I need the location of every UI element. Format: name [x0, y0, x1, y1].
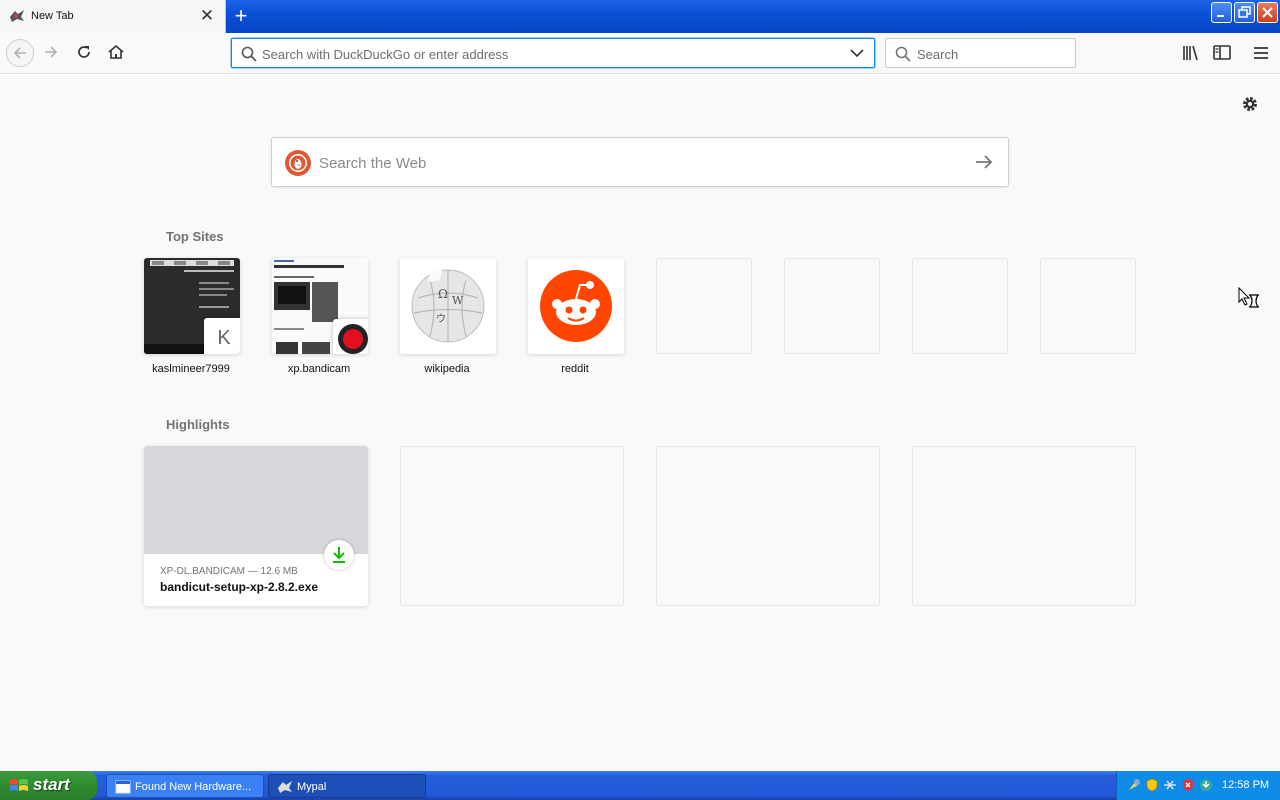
mypal-icon [278, 781, 292, 793]
highlight-card[interactable]: XP-DL.BANDICAM — 12.6 MB bandicut-setup-… [144, 446, 368, 606]
home-button[interactable] [103, 39, 131, 67]
top-site-empty [912, 258, 1008, 354]
home-icon [108, 44, 124, 59]
top-sites-heading: Top Sites [166, 229, 224, 244]
sidebar-icon[interactable] [1212, 43, 1232, 63]
close-window-button[interactable] [1257, 2, 1278, 23]
network-icon[interactable] [1163, 778, 1177, 792]
system-tray: 12:58 PM [1116, 771, 1280, 800]
taskbar-item-label: Mypal [297, 781, 327, 793]
taskbar-item-mypal[interactable]: Mypal [268, 774, 426, 798]
tab-strip: New Tab ✕ + [0, 0, 1280, 33]
site-badge: K [204, 318, 240, 354]
highlight-empty [656, 446, 880, 606]
alert-shield-icon[interactable] [1181, 778, 1195, 792]
windows-flag-icon [10, 779, 28, 791]
highlight-empty [912, 446, 1136, 606]
tab-title: New Tab [31, 10, 74, 22]
busy-cursor-icon [1238, 287, 1259, 308]
back-button[interactable] [6, 39, 34, 67]
start-label: start [33, 775, 70, 794]
window-icon [115, 780, 131, 794]
search-bar[interactable] [885, 38, 1076, 68]
arrow-right-icon[interactable] [974, 152, 994, 172]
svg-text:W: W [452, 294, 464, 307]
reload-button[interactable] [71, 39, 99, 67]
top-site-empty [656, 258, 752, 354]
search-icon [895, 46, 911, 62]
reload-icon [78, 46, 90, 58]
forward-arrow-icon [45, 46, 58, 58]
address-input[interactable] [262, 45, 842, 63]
top-site-xp-bandicam[interactable] [272, 258, 368, 354]
restore-button[interactable] [1234, 2, 1255, 23]
highlight-empty [400, 446, 624, 606]
hardware-icon[interactable] [1127, 778, 1141, 792]
mypal-icon [10, 10, 24, 22]
taskbar: start Found New Hardware... Mypal 12:58 … [0, 771, 1280, 800]
library-icon[interactable] [1181, 43, 1201, 63]
update-icon[interactable] [1199, 778, 1213, 792]
navigation-toolbar [0, 33, 1280, 74]
address-bar[interactable] [231, 38, 875, 68]
top-site-empty [1040, 258, 1136, 354]
bandicam-logo [333, 319, 368, 354]
highlights-heading: Highlights [166, 417, 230, 432]
top-site-reddit[interactable] [528, 258, 624, 354]
new-tab-button[interactable]: + [231, 5, 251, 27]
chevron-down-icon[interactable] [850, 47, 864, 59]
back-arrow-icon [13, 47, 26, 59]
highlight-thumbnail [144, 446, 368, 554]
download-badge [324, 540, 354, 570]
svg-text:Ω: Ω [438, 287, 448, 301]
web-search-input[interactable] [319, 152, 959, 174]
top-site-label: reddit [561, 363, 589, 375]
download-icon [333, 547, 345, 563]
search-input[interactable] [917, 45, 1067, 63]
wikipedia-icon: Ω W ウ [411, 269, 485, 343]
tab-close-icon[interactable]: ✕ [199, 7, 215, 25]
duckduckgo-icon [285, 150, 311, 176]
svg-text:ウ: ウ [436, 313, 446, 325]
web-search-box[interactable] [271, 137, 1009, 187]
security-shield-icon[interactable] [1145, 778, 1159, 792]
search-icon [241, 46, 257, 62]
minimize-button[interactable] [1211, 2, 1232, 23]
top-site-label: xp.bandicam [287, 363, 351, 375]
top-site-label: wikipedia [424, 363, 470, 375]
clock: 12:58 PM [1222, 779, 1270, 791]
gear-icon[interactable] [1240, 94, 1260, 114]
reddit-icon [540, 270, 612, 342]
close-icon [1262, 7, 1273, 18]
top-site-wikipedia[interactable]: Ω W ウ [400, 258, 496, 354]
menu-icon[interactable] [1251, 43, 1271, 63]
taskbar-item-found-new-hardware[interactable]: Found New Hardware... [106, 774, 264, 798]
top-site-label: kaslmineer7999 [152, 363, 230, 375]
top-site-kaslmineer7999[interactable]: K [144, 258, 240, 354]
forward-button[interactable] [38, 39, 66, 67]
taskbar-item-label: Found New Hardware... [135, 781, 252, 793]
minimize-icon [1217, 15, 1224, 17]
start-button[interactable]: start [0, 771, 97, 800]
restore-icon [1238, 6, 1251, 18]
top-site-empty [784, 258, 880, 354]
tab-new-tab[interactable]: New Tab ✕ [0, 0, 226, 33]
highlight-meta: XP-DL.BANDICAM — 12.6 MB [160, 566, 298, 577]
highlight-title: bandicut-setup-xp-2.8.2.exe [160, 580, 319, 594]
